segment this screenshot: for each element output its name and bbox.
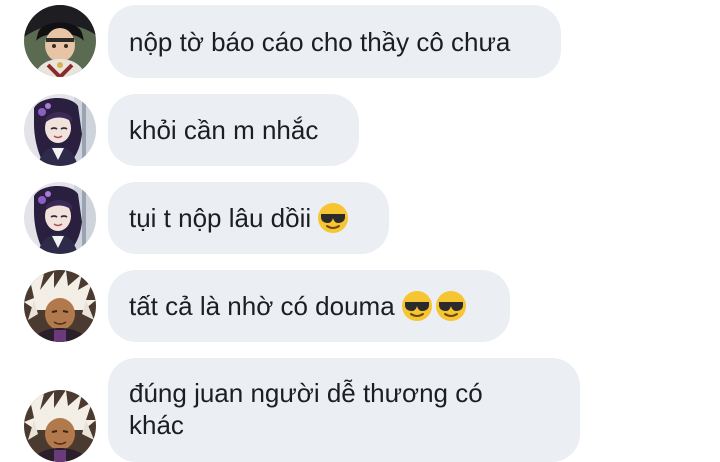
message-bubble[interactable]: tụi t nộp lâu dồii <box>108 182 389 254</box>
avatar-boy-dreadlocks-icon[interactable] <box>24 270 96 342</box>
sunglasses-face-emoji <box>317 202 349 234</box>
avatar-boy-dark-hair-icon[interactable] <box>24 5 96 77</box>
avatar-boy-dreadlocks-icon[interactable] <box>24 390 96 462</box>
avatar-girl-purple-hair-icon[interactable] <box>24 94 96 166</box>
message-bubble[interactable]: tất cả là nhờ có douma <box>108 270 510 342</box>
message-text: đúng juan người dễ thương có khác <box>129 378 483 440</box>
sunglasses-face-emoji <box>401 290 433 322</box>
message-text: nộp tờ báo cáo cho thầy cô chưa <box>129 26 511 57</box>
avatar-girl-purple-hair-icon[interactable] <box>24 182 96 254</box>
message-bubble[interactable]: khỏi cần m nhắc <box>108 94 359 166</box>
message-text: khỏi cần m nhắc <box>129 115 319 145</box>
message-text: tụi t nộp lâu dồii <box>129 203 312 233</box>
message-text: tất cả là nhờ có douma <box>129 291 395 321</box>
message-bubble[interactable]: nộp tờ báo cáo cho thầy cô chưa <box>108 5 561 78</box>
sunglasses-face-emoji <box>435 290 467 322</box>
message-bubble[interactable]: đúng juan người dễ thương có khác <box>108 358 580 462</box>
